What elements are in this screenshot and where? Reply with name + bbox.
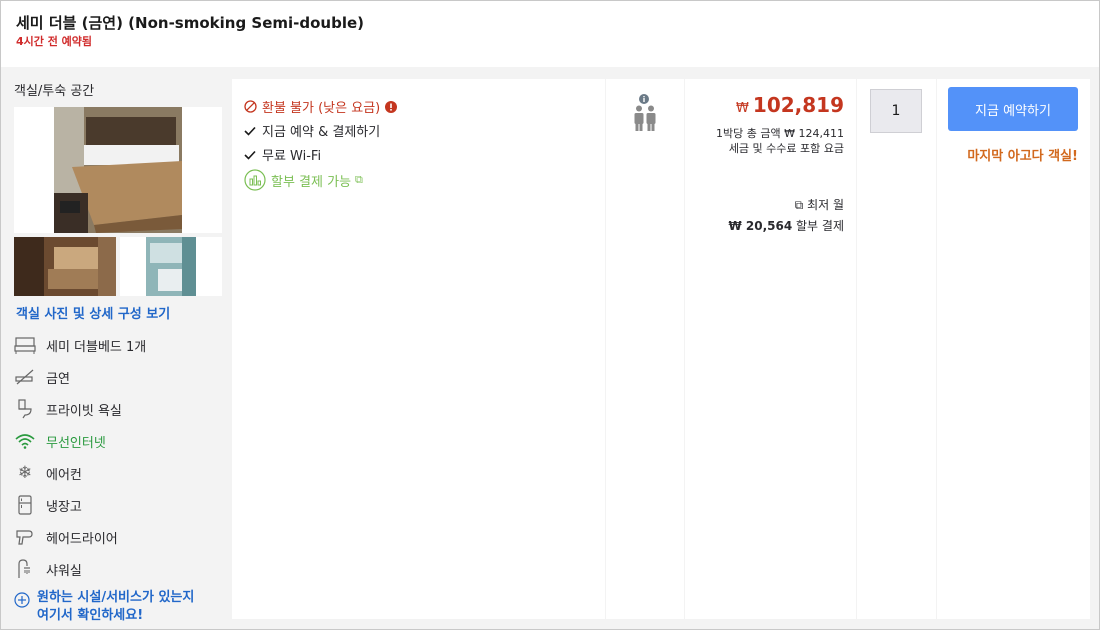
room-thumbnail[interactable] bbox=[14, 237, 116, 296]
installment-suffix: 할부 결제 bbox=[796, 219, 844, 233]
installment-label: 할부 결제 가능 bbox=[271, 174, 352, 190]
price-amount: 102,819 bbox=[752, 93, 844, 117]
plus-circle-icon bbox=[14, 589, 32, 625]
bed-icon bbox=[14, 334, 36, 356]
room-info-title: 객실/투숙 공간 bbox=[14, 84, 95, 99]
snowflake-icon: ❄ bbox=[17, 463, 33, 483]
booking-column: 지금 예약하기 마지막 아고다 객실! bbox=[937, 79, 1090, 619]
room-title: 세미 더블 (금연) (Non-smoking Semi-double) bbox=[16, 14, 365, 32]
amenity-fridge: 냉장고 bbox=[14, 493, 224, 517]
amenity-label: 냉장고 bbox=[46, 499, 82, 515]
toilet-icon bbox=[14, 398, 36, 420]
monthly-label-row[interactable]: ⧉ 최저 월 bbox=[795, 196, 844, 213]
amenity-aircon: ❄ 에어컨 bbox=[14, 461, 224, 485]
book-now-label: 지금 예약 & 결제하기 bbox=[262, 125, 381, 140]
room-card: 세미 더블 (금연) (Non-smoking Semi-double) 4시간… bbox=[0, 0, 1100, 630]
booking-conditions: 환불 불가 (낮은 요금) 지금 예약 & 결제하기 무료 Wi-Fi 할부 결… bbox=[232, 79, 605, 619]
monthly-label: 최저 월 bbox=[807, 198, 844, 212]
price-display: ₩102,819 bbox=[736, 93, 844, 117]
installment-icon bbox=[244, 169, 266, 191]
amenity-wifi: 무선인터넷 bbox=[14, 429, 224, 453]
amenity-bed: 세미 더블베드 1개 bbox=[14, 333, 224, 357]
occupancy-column bbox=[606, 79, 684, 619]
tax-note: 세금 및 수수료 포함 요금 bbox=[728, 142, 844, 155]
inquiry-line-1: 원하는 시설/서비스가 있는지 bbox=[37, 590, 195, 605]
refund-policy[interactable]: 환불 불가 (낮은 요금) bbox=[244, 97, 398, 116]
booked-notice: 4시간 전 예약됨 bbox=[16, 35, 93, 48]
room-main-photo[interactable] bbox=[14, 107, 222, 233]
no-smoking-icon bbox=[14, 366, 36, 388]
refund-label: 환불 불가 (낮은 요금) bbox=[262, 101, 381, 116]
amenity-nonsmoking: 금연 bbox=[14, 365, 224, 389]
amenity-label: 금연 bbox=[46, 371, 70, 387]
info-icon[interactable] bbox=[385, 100, 398, 113]
book-now-button[interactable]: 지금 예약하기 bbox=[948, 87, 1078, 131]
fridge-icon bbox=[14, 494, 36, 516]
amenity-label: 헤어드라이어 bbox=[46, 531, 118, 547]
external-link-icon: ⧉ bbox=[355, 173, 363, 186]
external-link-icon: ⧉ bbox=[794, 198, 804, 212]
currency-symbol: ₩ bbox=[736, 101, 749, 116]
bathroom-thumbnail[interactable] bbox=[120, 237, 222, 296]
amenity-inquiry-text: 원하는 시설/서비스가 있는지 여기서 확인하세요! bbox=[37, 589, 194, 625]
shower-icon bbox=[14, 558, 36, 580]
room-info-column: 객실/투숙 공간 객실 사진 및 상세 구성 보기 세미 더블베드 1개 금연 … bbox=[1, 67, 231, 629]
free-wifi-condition: 무료 Wi-Fi bbox=[244, 145, 321, 164]
book-now-condition: 지금 예약 & 결제하기 bbox=[244, 121, 380, 140]
price-column: ₩102,819 1박당 총 금액 ₩ 124,411 세금 및 수수료 포함 … bbox=[685, 79, 856, 619]
quantity-column: 1 bbox=[857, 79, 936, 619]
room-photos-link[interactable]: 객실 사진 및 상세 구성 보기 bbox=[16, 303, 170, 322]
amenity-label: 프라이빗 욕실 bbox=[46, 403, 122, 419]
installment-price: ₩ 20,564 할부 결제 bbox=[728, 217, 844, 234]
two-guests-icon bbox=[633, 105, 657, 135]
amenity-label: 세미 더블베드 1개 bbox=[46, 339, 147, 355]
installment-condition[interactable]: 할부 결제 가능 ⧉ bbox=[244, 169, 363, 191]
amenity-private-bathroom: 프라이빗 욕실 bbox=[14, 397, 224, 421]
total-per-night: 1박당 총 금액 ₩ 124,411 bbox=[716, 127, 844, 140]
amenity-label: 에어컨 bbox=[46, 467, 82, 483]
no-entry-icon bbox=[244, 100, 258, 113]
amenity-hairdryer: 헤어드라이어 bbox=[14, 525, 224, 549]
amenity-inquiry-link[interactable]: 원하는 시설/서비스가 있는지 여기서 확인하세요! bbox=[14, 589, 224, 625]
installment-amount: ₩ 20,564 bbox=[728, 219, 793, 233]
checkmark-icon bbox=[244, 150, 258, 160]
room-header: 세미 더블 (금연) (Non-smoking Semi-double) 4시간… bbox=[1, 1, 1099, 67]
amenity-shower: 샤워실 bbox=[14, 557, 224, 581]
inquiry-line-2: 여기서 확인하세요! bbox=[37, 608, 144, 623]
free-wifi-label: 무료 Wi-Fi bbox=[262, 149, 322, 164]
hairdryer-icon bbox=[14, 526, 36, 548]
wifi-icon bbox=[14, 430, 36, 452]
amenity-label: 무선인터넷 bbox=[46, 435, 106, 451]
amenity-label: 샤워실 bbox=[46, 563, 82, 579]
room-quantity-select[interactable]: 1 bbox=[870, 89, 922, 133]
checkmark-icon bbox=[244, 126, 258, 136]
last-room-notice: 마지막 아고다 객실! bbox=[967, 149, 1078, 164]
